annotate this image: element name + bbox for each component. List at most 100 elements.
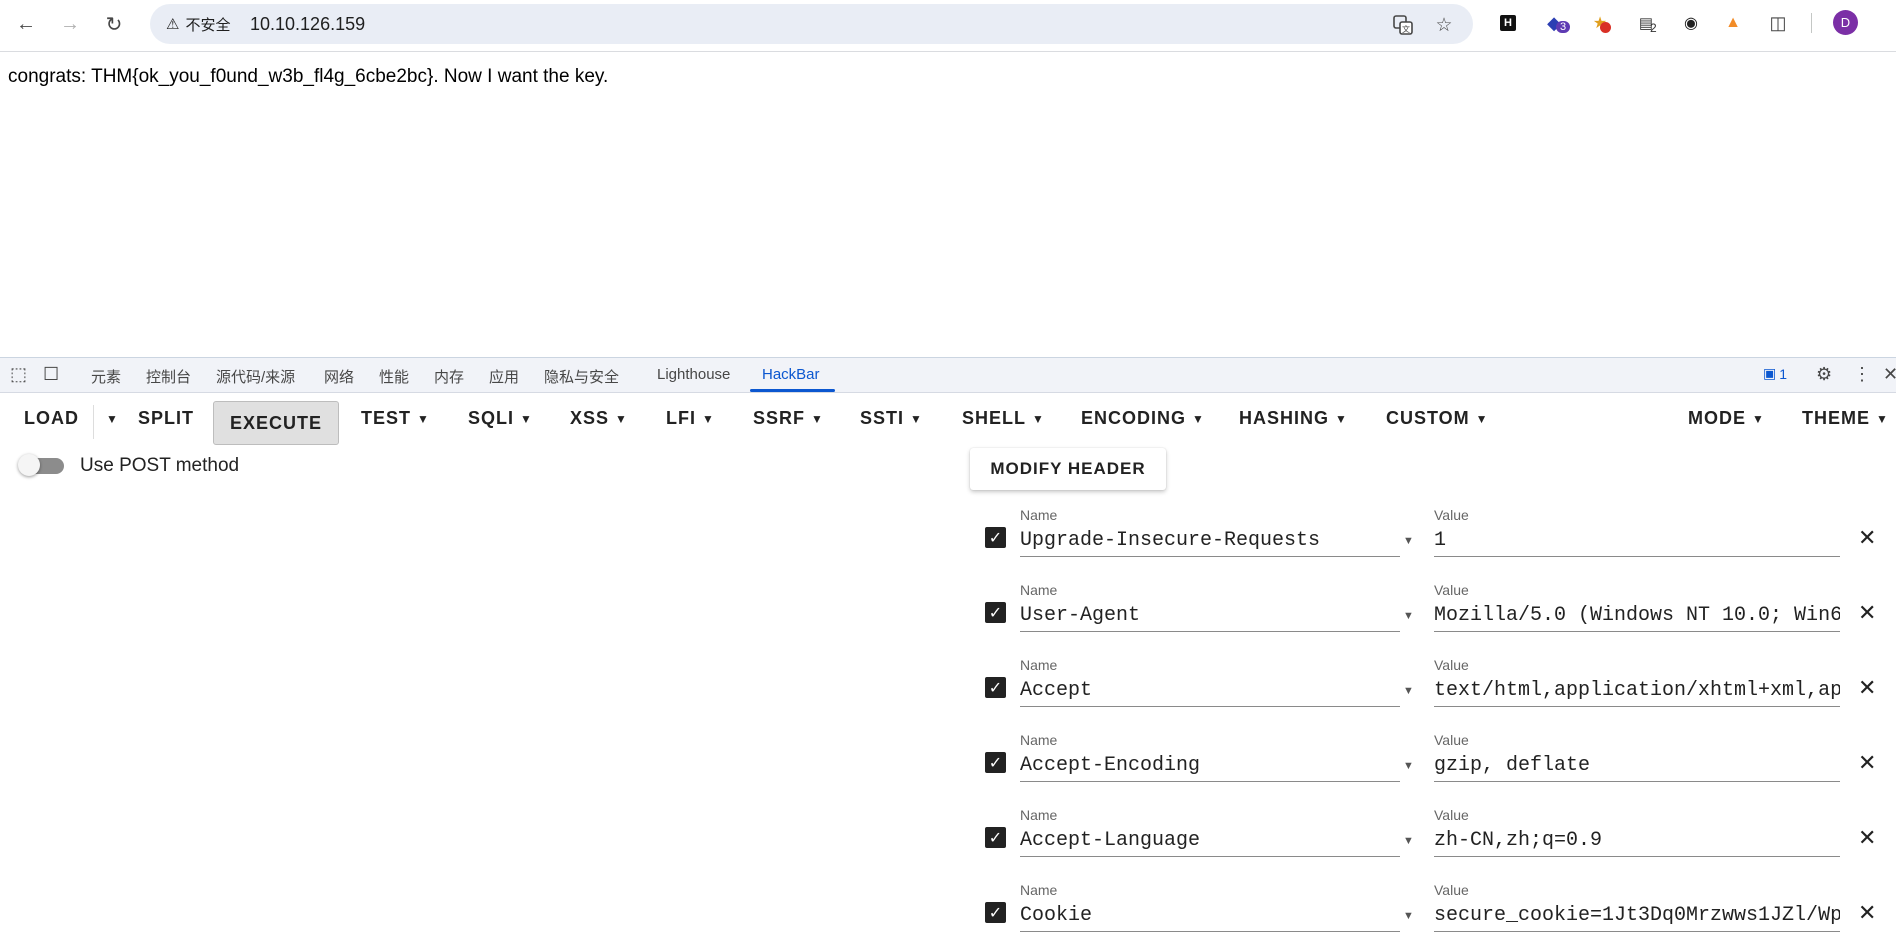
extension-hackbar-icon[interactable]: ◆ 3 xyxy=(1540,9,1571,37)
extension-badge: 3 xyxy=(1556,21,1571,33)
ssrf-menu[interactable]: SSRF ▼ xyxy=(753,408,824,429)
ssti-menu[interactable]: SSTI ▼ xyxy=(860,408,923,429)
tab-hackbar[interactable]: HackBar xyxy=(762,366,820,383)
xss-menu[interactable]: XSS ▼ xyxy=(570,408,628,429)
execute-button[interactable]: EXECUTE xyxy=(213,401,339,445)
message-count: 1 xyxy=(1779,365,1788,382)
header-name-field[interactable]: User-Agent xyxy=(1020,600,1400,632)
name-dropdown-icon[interactable]: ▼ xyxy=(1403,685,1414,697)
delete-header-icon[interactable]: ✕ xyxy=(1858,525,1876,551)
header-name-field[interactable]: Cookie xyxy=(1020,900,1400,932)
address-bar[interactable]: ⚠ 不安全 10.10.126.159 文 ☆ xyxy=(150,4,1473,44)
caret-icon: ▼ xyxy=(520,412,533,427)
caret-icon: ▼ xyxy=(1876,412,1889,427)
lfi-menu[interactable]: LFI ▼ xyxy=(666,408,715,429)
test-label: TEST xyxy=(361,408,412,428)
menu-divider xyxy=(93,405,94,439)
tab-elements[interactable]: 元素 xyxy=(91,366,121,387)
delete-header-icon[interactable]: ✕ xyxy=(1858,750,1876,776)
load-button[interactable]: LOAD xyxy=(24,408,79,429)
tab-sources[interactable]: 源代码/来源 xyxy=(216,366,295,387)
tab-application[interactable]: 应用 xyxy=(489,366,519,387)
extension-fox-icon[interactable]: ▲ xyxy=(1719,9,1747,37)
caret-icon: ▼ xyxy=(702,412,715,427)
page-message: congrats: THM{ok_you_f0und_w3b_fl4g_6cbe… xyxy=(8,66,609,87)
header-enabled-checkbox[interactable]: ✓ xyxy=(985,527,1006,548)
extension-screenshot-icon[interactable]: ▤ 2 xyxy=(1632,9,1660,37)
header-enabled-checkbox[interactable]: ✓ xyxy=(985,677,1006,698)
sqli-label: SQLI xyxy=(468,408,515,428)
name-dropdown-icon[interactable]: ▼ xyxy=(1403,835,1414,847)
settings-gear-icon[interactable]: ⚙ xyxy=(1816,364,1832,385)
extension-blocked-icon[interactable]: ★ xyxy=(1586,9,1614,37)
name-label: Name xyxy=(1020,807,1058,823)
header-name-field[interactable]: Upgrade-Insecure-Requests xyxy=(1020,525,1400,557)
post-method-toggle[interactable] xyxy=(18,454,66,476)
security-chip[interactable]: ⚠ 不安全 xyxy=(158,11,238,37)
test-menu[interactable]: TEST ▼ xyxy=(361,408,430,429)
url-text[interactable]: 10.10.126.159 xyxy=(250,14,365,35)
name-dropdown-icon[interactable]: ▼ xyxy=(1403,760,1414,772)
tab-console[interactable]: 控制台 xyxy=(146,366,191,387)
name-label: Name xyxy=(1020,732,1058,748)
messages-badge[interactable]: ▣ 1 xyxy=(1763,365,1787,382)
name-dropdown-icon[interactable]: ▼ xyxy=(1403,610,1414,622)
caret-icon: ▼ xyxy=(811,412,824,427)
translate-icon[interactable]: 文 xyxy=(1390,12,1416,38)
delete-header-icon[interactable]: ✕ xyxy=(1858,600,1876,626)
caret-icon: ▼ xyxy=(1752,412,1765,427)
delete-header-icon[interactable]: ✕ xyxy=(1858,900,1876,926)
header-enabled-checkbox[interactable]: ✓ xyxy=(985,902,1006,923)
delete-header-icon[interactable]: ✕ xyxy=(1858,825,1876,851)
inspect-element-icon[interactable]: ⬚ xyxy=(10,364,27,385)
header-row: ✓ Name Cookie ▼ Value secure_cookie=1Jt3… xyxy=(980,882,1896,944)
header-value-field[interactable]: 1 xyxy=(1434,525,1840,557)
header-enabled-checkbox[interactable]: ✓ xyxy=(985,827,1006,848)
device-toolbar-icon[interactable]: ☐ xyxy=(43,364,59,385)
tab-performance[interactable]: 性能 xyxy=(379,366,409,387)
header-value-field[interactable]: secure_cookie=1Jt3Dq0Mrzwws1JZl/Wp xyxy=(1434,900,1840,932)
header-value-field[interactable]: Mozilla/5.0 (Windows NT 10.0; Win64; x64… xyxy=(1434,600,1840,632)
hashing-menu[interactable]: HASHING ▼ xyxy=(1239,408,1348,429)
encoding-menu[interactable]: ENCODING ▼ xyxy=(1081,408,1205,429)
split-button[interactable]: SPLIT xyxy=(138,408,194,429)
name-dropdown-icon[interactable]: ▼ xyxy=(1403,910,1414,922)
custom-menu[interactable]: CUSTOM ▼ xyxy=(1386,408,1489,429)
name-dropdown-icon[interactable]: ▼ xyxy=(1403,535,1414,547)
header-enabled-checkbox[interactable]: ✓ xyxy=(985,602,1006,623)
back-icon[interactable]: ← xyxy=(8,6,44,42)
sqli-menu[interactable]: SQLI ▼ xyxy=(468,408,533,429)
tab-memory[interactable]: 内存 xyxy=(434,366,464,387)
header-value-field[interactable]: gzip, deflate xyxy=(1434,750,1840,782)
caret-icon: ▼ xyxy=(417,412,430,427)
load-dropdown-icon[interactable]: ▼ xyxy=(100,408,119,429)
header-value-field[interactable]: text/html,application/xhtml+xml,applicat… xyxy=(1434,675,1840,707)
encoding-label: ENCODING xyxy=(1081,408,1187,428)
profile-avatar[interactable]: D xyxy=(1833,10,1858,35)
extension-h-icon[interactable]: H xyxy=(1494,9,1522,37)
header-name-field[interactable]: Accept-Encoding xyxy=(1020,750,1400,782)
theme-menu[interactable]: THEME ▼ xyxy=(1802,408,1889,429)
header-name-field[interactable]: Accept xyxy=(1020,675,1400,707)
extensions-puzzle-icon[interactable]: ◫ xyxy=(1764,9,1792,37)
header-name-field[interactable]: Accept-Language xyxy=(1020,825,1400,857)
forward-icon[interactable]: → xyxy=(52,6,88,42)
header-enabled-checkbox[interactable]: ✓ xyxy=(985,752,1006,773)
extension-hat-icon[interactable]: ◉ xyxy=(1677,9,1705,37)
tab-network[interactable]: 网络 xyxy=(324,366,354,387)
bookmark-star-icon[interactable]: ☆ xyxy=(1431,12,1457,38)
close-devtools-icon[interactable]: ✕ xyxy=(1883,364,1896,385)
mode-menu[interactable]: MODE ▼ xyxy=(1688,408,1765,429)
shell-menu[interactable]: SHELL ▼ xyxy=(962,408,1045,429)
reload-icon[interactable]: ↻ xyxy=(96,6,132,42)
ssti-label: SSTI xyxy=(860,408,905,428)
tab-privacy-security[interactable]: 隐私与安全 xyxy=(544,366,619,387)
modify-header-button[interactable]: MODIFY HEADER xyxy=(970,448,1166,490)
delete-header-icon[interactable]: ✕ xyxy=(1858,675,1876,701)
more-options-icon[interactable]: ⋮ xyxy=(1853,364,1871,385)
header-value-field[interactable]: zh-CN,zh;q=0.9 xyxy=(1434,825,1840,857)
insecure-label: 不安全 xyxy=(185,16,231,34)
value-label: Value xyxy=(1434,807,1469,823)
caret-icon: ▼ xyxy=(910,412,923,427)
tab-lighthouse[interactable]: Lighthouse xyxy=(657,366,730,383)
